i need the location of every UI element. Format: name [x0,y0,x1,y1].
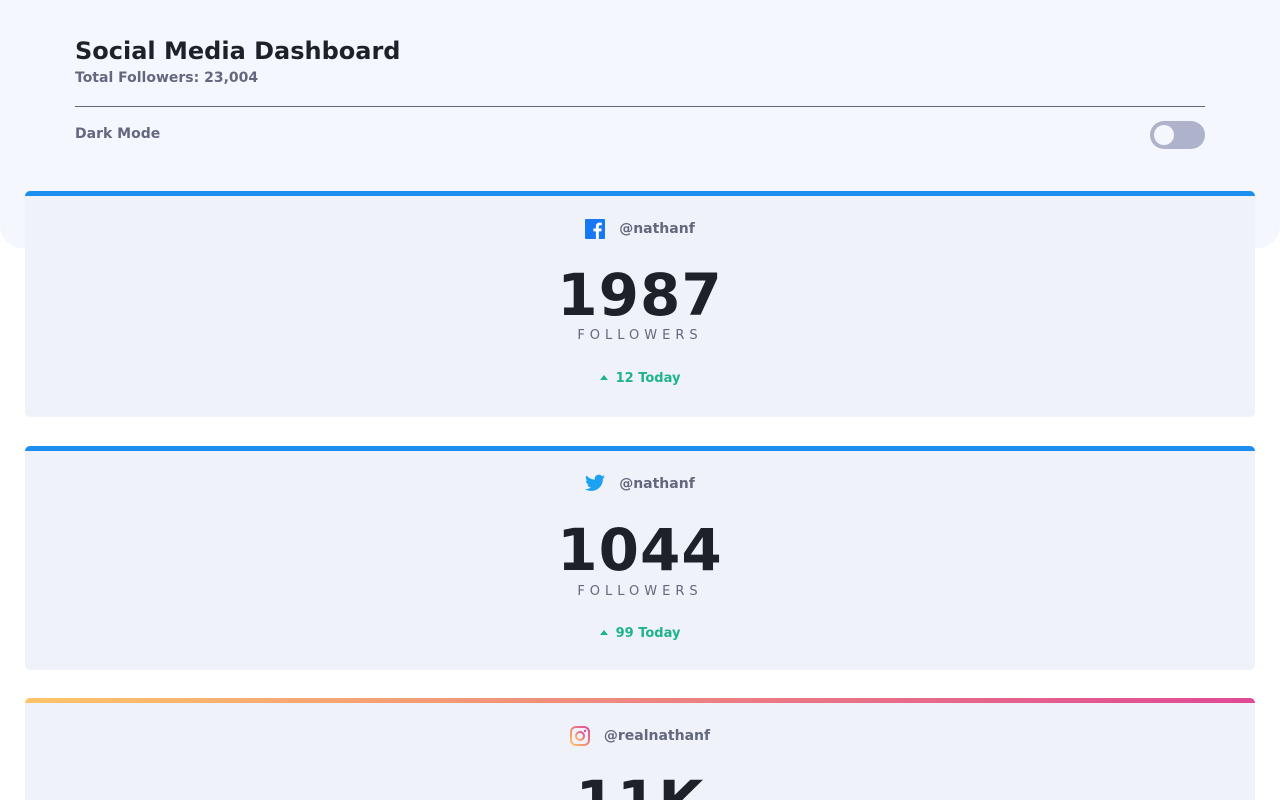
total-followers: Total Followers: 23,004 [75,70,259,86]
toggle-knob [1154,125,1174,145]
instagram-card[interactable]: @realnathanf 11K [25,698,1255,800]
account-handle: @nathanf [619,476,695,492]
handle-row: @nathanf [25,219,1255,239]
up-arrow-icon [599,375,608,380]
page-title: Social Media Dashboard [75,37,401,65]
follower-count: 1044 [557,516,723,584]
followers-label: FOLLOWERS [577,328,703,343]
card-accent-bar [25,446,1255,451]
handle-row: @nathanf [25,474,1255,494]
today-change: 12 Today [25,371,1255,386]
dark-mode-toggle[interactable] [1150,121,1205,149]
today-change-text: 12 Today [615,371,681,386]
card-accent-bar [25,191,1255,196]
follower-count: 1987 [557,261,723,329]
twitter-card[interactable]: @nathanf 1044 FOLLOWERS 99 Today [25,446,1255,670]
follower-count: 11K [25,770,1255,800]
card-accent-bar [25,698,1255,703]
today-change: 99 Today [25,626,1255,641]
facebook-card[interactable]: @nathanf 1987 FOLLOWERS 12 Today [25,191,1255,417]
followers-label: FOLLOWERS [577,584,703,599]
up-arrow-icon [599,630,608,635]
handle-row: @realnathanf [25,726,1255,746]
dark-mode-label: Dark Mode [75,126,161,142]
dark-mode-row: Dark Mode [75,121,1205,149]
account-handle: @nathanf [619,221,695,237]
dashboard-header: Social Media Dashboard Total Followers: … [75,36,1205,87]
instagram-icon [569,726,590,746]
facebook-icon [585,219,606,239]
account-handle: @realnathanf [603,728,711,744]
today-change-text: 99 Today [615,626,681,641]
twitter-icon [585,474,606,494]
header-divider [75,106,1205,107]
